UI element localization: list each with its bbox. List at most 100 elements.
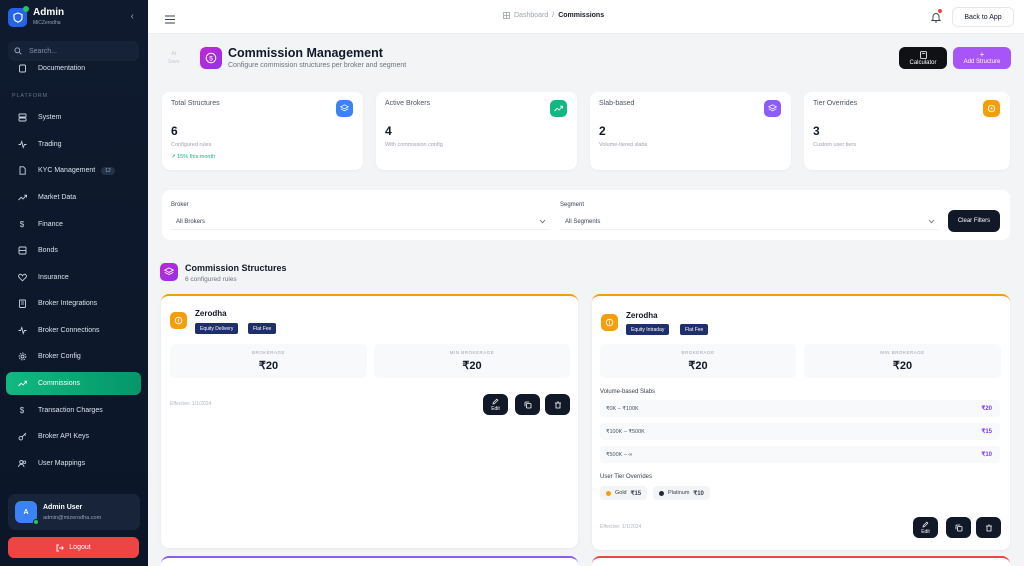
commission-dollar-icon: $ xyxy=(200,47,222,69)
delete-button[interactable] xyxy=(545,394,570,415)
duplicate-button[interactable] xyxy=(515,394,540,415)
search-input[interactable]: Search... xyxy=(29,48,57,55)
dollar-icon: $ xyxy=(19,406,25,415)
sidebar-item-system[interactable]: System xyxy=(6,106,141,129)
platinum-dot-icon xyxy=(659,490,664,496)
broker-filter-label: Broker xyxy=(171,202,189,208)
grid-icon xyxy=(503,12,510,19)
edit-button[interactable]: Edit xyxy=(913,517,938,538)
add-structure-button[interactable]: + Add Structure xyxy=(953,47,1011,69)
stat-card-tier-overrides: Tier Overrides 3 Custom user tiers xyxy=(804,92,1010,170)
commission-card: Zerodha Equity Delivery Flat Fee BROKERA… xyxy=(161,294,578,548)
segment-tag: Equity Intraday xyxy=(626,324,670,335)
back-to-app-button[interactable]: Back to App xyxy=(952,7,1014,27)
stat-card-active-brokers: Active Brokers 4 With commission config xyxy=(376,92,577,170)
layers-icon xyxy=(336,100,353,117)
sidebar-item-market-data[interactable]: Market Data xyxy=(6,186,141,209)
commission-card-peek xyxy=(592,556,1010,566)
user-profile[interactable]: A Admin User admin@mizerodha.com xyxy=(8,494,140,530)
trend-up-icon: ↗ xyxy=(171,154,176,160)
stat-value: 3 xyxy=(813,124,820,138)
stat-label: Slab-based xyxy=(599,100,635,107)
trash-icon xyxy=(985,524,992,531)
sidebar-item-user-mappings[interactable]: User Mappings xyxy=(6,452,141,475)
brokerage-label: BROKERAGE xyxy=(251,350,285,355)
calculator-label: Calculator xyxy=(909,59,937,66)
menu-icon[interactable] xyxy=(165,11,175,29)
layers-icon xyxy=(160,263,178,281)
building-icon xyxy=(16,299,28,308)
calculator-icon xyxy=(919,50,927,59)
sidebar-search[interactable]: Search... xyxy=(8,41,139,61)
sidebar-item-label: Broker Connections xyxy=(38,327,100,334)
stat-value: 6 xyxy=(171,124,178,138)
page-subtitle: Configure commission structures per brok… xyxy=(228,62,407,69)
sidebar-item-insurance[interactable]: Insurance xyxy=(6,266,141,289)
dollar-icon: $ xyxy=(19,220,25,229)
logout-button[interactable]: Logout xyxy=(8,537,139,558)
sidebar-item-broker-api-keys[interactable]: Broker API Keys xyxy=(6,425,141,448)
key-icon xyxy=(16,432,28,441)
min-brokerage-label: MIN BROKERAGE xyxy=(880,350,925,355)
edit-label: Edit xyxy=(921,528,930,535)
sidebar-item-bonds[interactable]: Bonds xyxy=(6,239,141,262)
stat-label: Tier Overrides xyxy=(813,100,858,107)
slab-row: ₹500K – ∞ ₹10 xyxy=(600,446,1000,463)
stat-value: 4 xyxy=(385,124,392,138)
collapse-sidebar-icon[interactable]: ‹ xyxy=(131,11,134,22)
stat-label: Active Brokers xyxy=(385,100,431,107)
sidebar-item-broker-integrations[interactable]: Broker Integrations xyxy=(6,292,141,315)
broker-name: Zerodha xyxy=(626,311,658,320)
trending-up-icon xyxy=(16,193,28,202)
slab-row: ₹100K – ₹500K ₹15 xyxy=(600,423,1000,440)
sidebar-item-finance[interactable]: $ Finance xyxy=(6,213,141,236)
section-subtitle: 6 configured rules xyxy=(185,276,237,283)
stat-trend: ↗ 15% this month xyxy=(171,154,216,160)
commission-card-peek xyxy=(161,556,578,566)
sidebar-item-commissions[interactable]: Commissions xyxy=(6,372,141,395)
brokerage-value: ₹20 xyxy=(258,360,279,372)
pencil-icon xyxy=(922,521,929,527)
clear-filters-button[interactable]: Clear Filters xyxy=(948,210,1000,232)
activity-icon xyxy=(16,326,28,335)
broker-select[interactable]: All Brokers xyxy=(171,214,550,230)
notifications-bell-icon[interactable] xyxy=(930,9,942,28)
sidebar-item-label: Documentation xyxy=(38,65,86,72)
avatar: A xyxy=(15,501,39,525)
sidebar-item-documentation[interactable]: Documentation xyxy=(6,62,141,80)
segment-tag: Equity Delivery xyxy=(195,323,239,334)
sidebar-item-trading[interactable]: Trading xyxy=(6,133,141,156)
breadcrumb-dashboard[interactable]: Dashboard xyxy=(514,12,548,19)
edit-button[interactable]: Edit xyxy=(483,394,508,415)
file-check-icon xyxy=(16,166,28,175)
sidebar-item-label: User Mappings xyxy=(38,460,86,467)
sidebar-item-broker-connections[interactable]: Broker Connections xyxy=(6,319,141,342)
book-icon xyxy=(16,64,28,73)
top-bar: Dashboard / Commissions Back to App xyxy=(148,0,1024,34)
segment-select[interactable]: All Segments xyxy=(560,214,939,230)
sidebar-item-broker-config[interactable]: Broker Config xyxy=(6,345,141,368)
add-structure-label: Add Structure xyxy=(963,59,1001,65)
duplicate-button[interactable] xyxy=(946,517,971,538)
breadcrumb-separator: / xyxy=(552,12,555,19)
broker-name: Zerodha xyxy=(195,309,227,318)
brand: Admin MiCZerodha ‹ xyxy=(8,6,140,32)
sidebar-item-transaction-charges[interactable]: $ Transaction Charges xyxy=(6,399,141,422)
user-email: admin@mizerodha.com xyxy=(43,515,102,521)
segment-filter-label: Segment xyxy=(560,202,585,208)
edit-label: Edit xyxy=(491,405,500,412)
sidebar-item-label: Trading xyxy=(38,141,62,148)
calculator-button[interactable]: Calculator xyxy=(899,47,947,69)
users-icon xyxy=(16,459,28,468)
sidebar-item-label: Commissions xyxy=(38,380,81,387)
stat-sub: Volume-tiered slabs xyxy=(599,142,648,148)
server-icon xyxy=(16,113,28,122)
stat-sub: With commission config xyxy=(385,142,443,148)
layers-icon xyxy=(764,100,781,117)
delete-button[interactable] xyxy=(976,517,1001,538)
logout-label: Logout xyxy=(69,544,91,551)
app-subtitle: MiCZerodha xyxy=(33,20,61,26)
sidebar-item-kyc-management[interactable]: KYC Management 12 xyxy=(6,159,141,182)
sidebar-nav[interactable]: Documentation PLATFORM System Trading KY… xyxy=(0,62,148,488)
chevron-down-icon xyxy=(928,219,935,224)
